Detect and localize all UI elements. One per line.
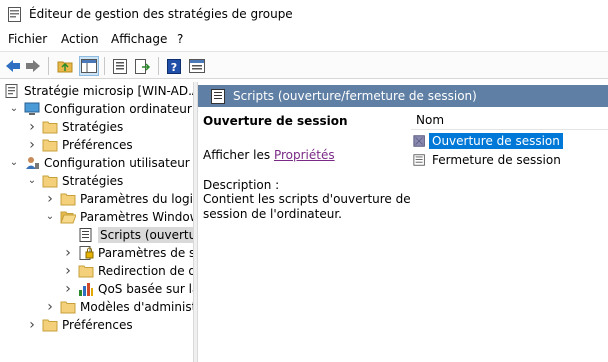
tree-pane[interactable]: Stratégie microsip [WIN-AD.AD ⌄ Configurat…	[0, 82, 193, 362]
tree-node[interactable]: › Stratégies	[26, 118, 123, 136]
expand-chevron-icon[interactable]: ›	[62, 246, 74, 260]
folder-icon	[60, 192, 76, 206]
up-folder-icon[interactable]	[55, 56, 75, 76]
list-item-fermeture[interactable]: Fermeture de session	[413, 151, 564, 169]
description-title: Ouverture de session	[203, 114, 348, 128]
folder-icon	[42, 138, 58, 152]
expand-chevron-icon[interactable]: ›	[26, 318, 38, 332]
list-item-ouverture[interactable]: Ouverture de session	[413, 132, 563, 150]
script-item-icon	[413, 154, 425, 166]
menu-bar: Fichier Action Affichage ?	[0, 30, 608, 50]
toolbar-separator	[48, 57, 49, 75]
help-icon[interactable]: ?	[164, 56, 184, 76]
security-icon	[78, 246, 94, 260]
expand-chevron-icon[interactable]: ›	[26, 138, 38, 152]
tree-node[interactable]: › Paramètres de sé	[62, 244, 193, 262]
tree-node-label: Paramètres de sé	[98, 246, 193, 260]
tree-node[interactable]: › Paramètres du logici	[44, 190, 193, 208]
forward-icon[interactable]	[23, 56, 43, 76]
expand-chevron-icon[interactable]: ›	[44, 300, 56, 314]
tree-node-label: Préférences	[62, 318, 133, 332]
menu-fichier[interactable]: Fichier	[8, 32, 47, 46]
policy-icon	[4, 84, 20, 98]
tree-node[interactable]: ⌄ Paramètres Windows	[44, 208, 193, 226]
description-text-line2: session de l'ordinateur.	[203, 207, 342, 221]
window-title: Éditeur de gestion des stratégies de gro…	[29, 7, 293, 21]
tree-node[interactable]: ⌄ Configuration utilisateur	[8, 154, 190, 172]
tree-node-label: Stratégies	[62, 174, 124, 188]
script-item-icon	[413, 135, 425, 147]
details-header-title: Scripts (ouverture/fermeture de session)	[233, 89, 477, 103]
folder-icon	[60, 300, 76, 314]
svg-text:?: ?	[171, 61, 177, 74]
app-icon	[8, 7, 21, 22]
script-icon	[78, 228, 94, 242]
tree-node-label: Redirection de do	[98, 264, 193, 278]
description-label: Description :	[203, 178, 280, 192]
details-pane: Scripts (ouverture/fermeture de session)…	[198, 82, 608, 362]
column-header-name[interactable]: Nom	[411, 111, 608, 130]
tree-node[interactable]: ⌄ Configuration ordinateur	[8, 100, 192, 118]
toolbar: ?	[0, 51, 608, 79]
tree-node[interactable]: Scripts (ouverture	[62, 226, 193, 244]
menu-action[interactable]: Action	[61, 32, 99, 46]
console-view-icon[interactable]	[187, 56, 207, 76]
tree-node[interactable]: ⌄ Stratégies	[26, 172, 124, 190]
toolbar-separator	[158, 57, 159, 75]
tree-node-label: Préférences	[62, 138, 133, 152]
expand-chevron-icon[interactable]: ›	[26, 120, 38, 134]
export-list-icon[interactable]	[133, 56, 153, 76]
properties-link[interactable]: Propriétés	[274, 148, 335, 162]
chart-icon	[78, 282, 94, 296]
user-icon	[24, 156, 40, 170]
folder-icon	[42, 120, 58, 134]
tree-node[interactable]: › Modèles d'administr	[44, 298, 193, 316]
collapse-chevron-icon[interactable]: ⌄	[8, 157, 20, 169]
computer-icon	[24, 102, 40, 116]
collapse-chevron-icon[interactable]: ⌄	[44, 211, 56, 223]
toolbar-separator	[104, 57, 105, 75]
tree-node[interactable]: › Redirection de do	[62, 262, 193, 280]
collapse-chevron-icon[interactable]: ⌄	[26, 175, 38, 187]
menu-affichage[interactable]: Affichage	[111, 32, 167, 46]
items-list[interactable]: Nom Ouverture de session Fermeture de se…	[411, 109, 608, 362]
expand-chevron-icon[interactable]: ›	[62, 264, 74, 278]
expand-chevron-icon[interactable]: ›	[62, 282, 74, 296]
tree-node-label: Configuration ordinateur	[44, 102, 192, 116]
tree-node-label: Paramètres du logici	[80, 192, 193, 206]
list-item-label: Fermeture de session	[432, 153, 561, 167]
show-hide-tree-icon[interactable]	[79, 56, 99, 76]
tree-node[interactable]: Stratégie microsip [WIN-AD.AD	[2, 82, 193, 100]
tree-node-label: Configuration utilisateur	[44, 156, 190, 170]
show-properties-prefix: Afficher les	[203, 148, 274, 162]
tree-node[interactable]: › Préférences	[26, 316, 133, 334]
back-icon[interactable]	[3, 56, 23, 76]
tree-node-label: Stratégie microsip [WIN-AD.AD	[24, 84, 193, 98]
folder-icon	[42, 174, 58, 188]
tree-node-label: Stratégies	[62, 120, 124, 134]
details-header: Scripts (ouverture/fermeture de session)	[198, 85, 608, 107]
menu-help[interactable]: ?	[177, 32, 183, 46]
collapse-chevron-icon[interactable]: ⌄	[8, 103, 20, 115]
properties-icon[interactable]	[110, 56, 130, 76]
description-text-line1: Contient les scripts d'ouverture de	[203, 192, 411, 206]
folder-icon	[78, 264, 94, 278]
tree-node[interactable]: › QoS basée sur la	[62, 280, 193, 298]
folder-icon	[42, 318, 58, 332]
tree-node-label: Scripts (ouverture	[98, 227, 193, 243]
script-icon	[211, 88, 225, 104]
folder-open-icon	[60, 210, 77, 224]
title-bar: Éditeur de gestion des stratégies de gro…	[0, 0, 608, 30]
tree-node[interactable]: › Préférences	[26, 136, 133, 154]
list-item-label: Ouverture de session	[429, 133, 563, 149]
tree-node-label: Paramètres Windows	[80, 210, 193, 224]
expand-chevron-icon[interactable]: ›	[44, 192, 56, 206]
tree-node-label: Modèles d'administr	[80, 300, 193, 314]
show-properties-line: Afficher les Propriétés	[203, 148, 335, 162]
tree-node-label: QoS basée sur la	[98, 282, 193, 296]
column-header-label: Nom	[416, 113, 445, 127]
